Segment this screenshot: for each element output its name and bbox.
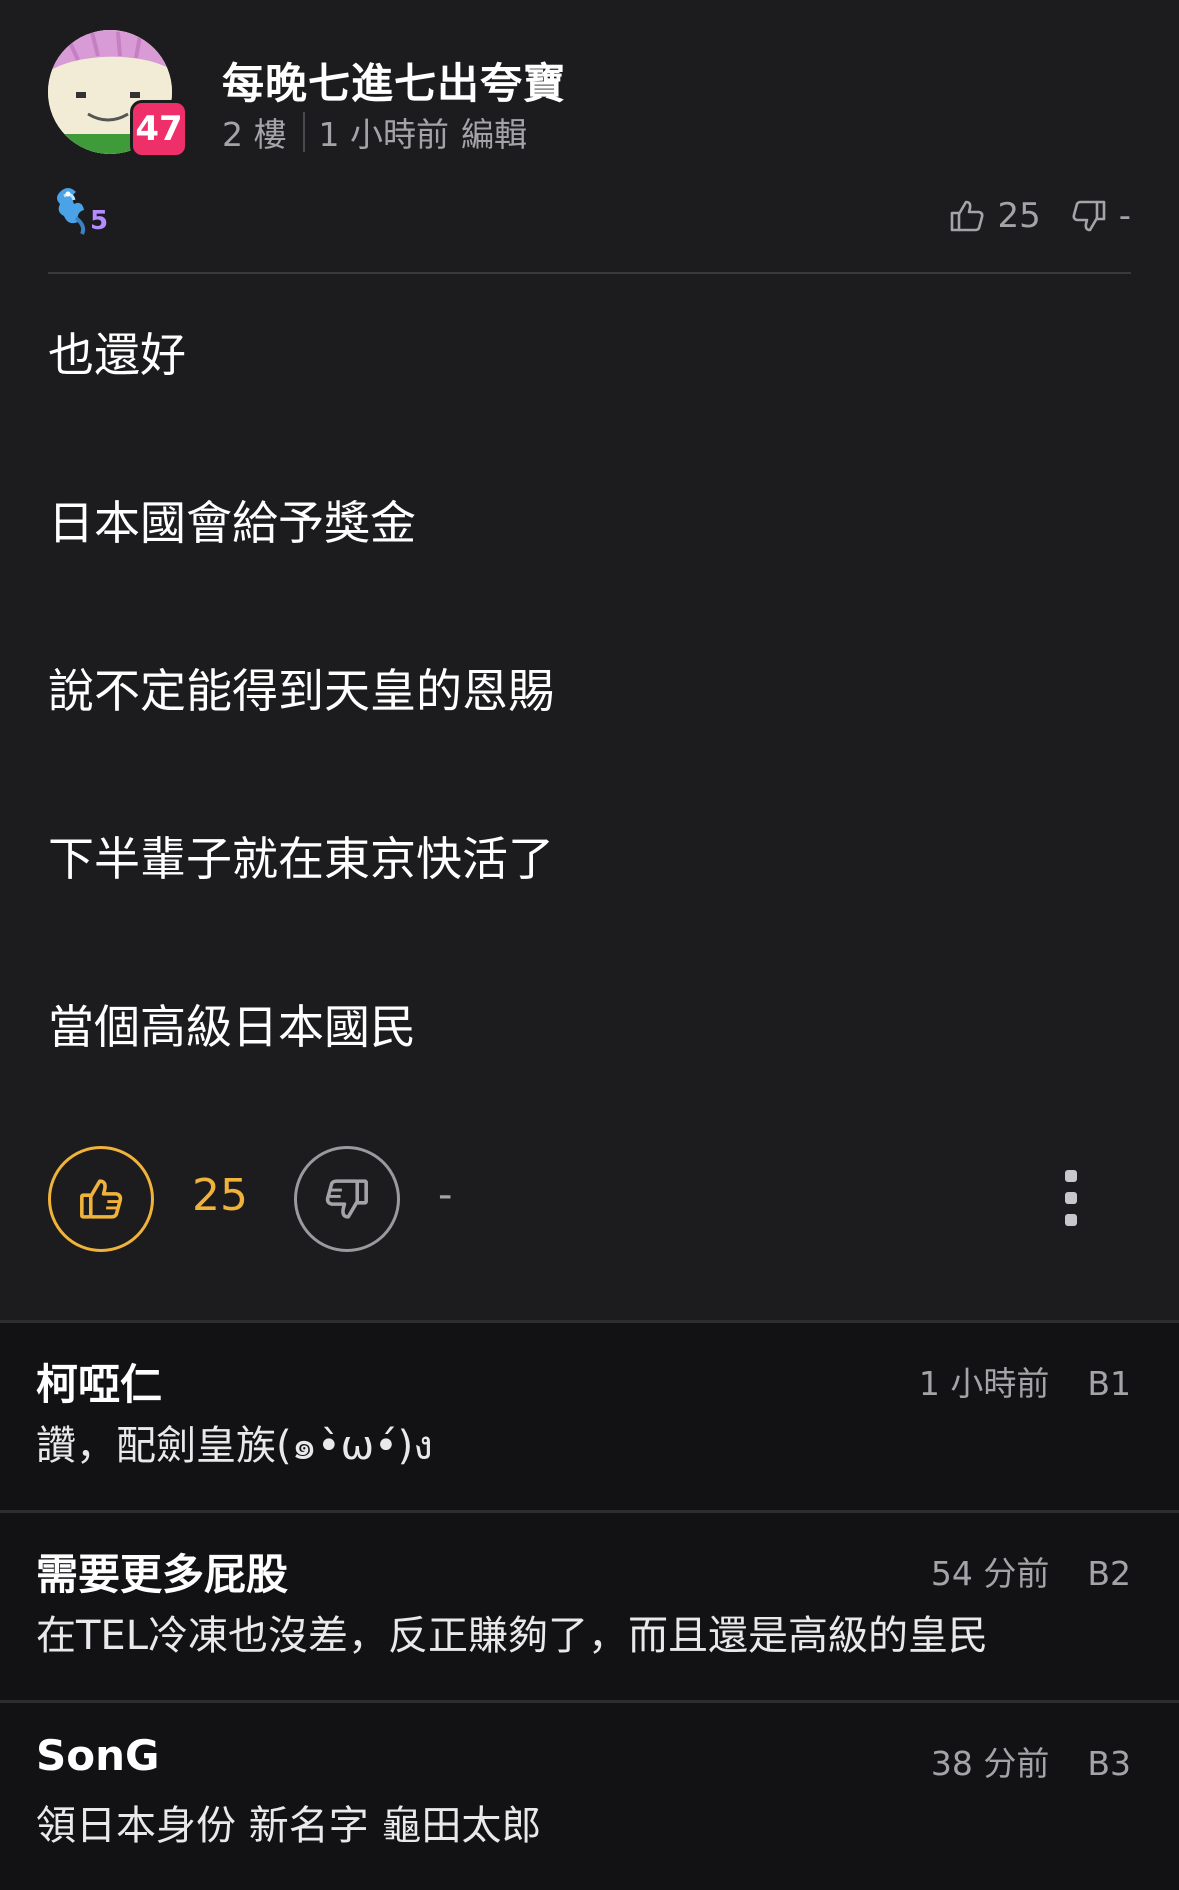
reply-item[interactable]: 需要更多屁股 54 分前 B2 在TEL冷凍也沒差，反正賺夠了，而且還是高級的皇民 xyxy=(0,1510,1179,1700)
post-line: 日本國會給予獎金 xyxy=(48,496,416,550)
reply-meta: 1 小時前 B1 xyxy=(919,1357,1131,1405)
top-like-count: 25 xyxy=(997,196,1041,236)
reply-author[interactable]: 柯啞仁 xyxy=(36,1351,162,1412)
reply-time: 54 分前 xyxy=(930,1554,1050,1593)
more-dot xyxy=(1065,1214,1077,1226)
comment-page: 47 每晚七進七出夸寶 2 樓 1 小時前 編輯 5 25 - 也還好 日本國會… xyxy=(0,0,1179,1890)
post-time: 1 小時前 xyxy=(318,115,450,154)
reply-text: 讚，配劍皇族(๑•̀ω•́)ง xyxy=(36,1423,433,1469)
reply-time: 38 分前 xyxy=(930,1744,1050,1783)
reply-item[interactable]: 柯啞仁 1 小時前 B1 讚，配劍皇族(๑•̀ω•́)ง xyxy=(0,1320,1179,1510)
reply-time: 1 小時前 xyxy=(918,1364,1050,1403)
post-body: 也還好 日本國會給予獎金 說不定能得到天皇的恩賜 下半輩子就在東京快活了 當個高… xyxy=(48,320,1131,1160)
reply-meta: 38 分前 B3 xyxy=(931,1737,1131,1785)
like-count: 25 xyxy=(192,1170,248,1221)
dislike-button[interactable] xyxy=(294,1146,400,1252)
meta-divider xyxy=(302,112,305,152)
reply-author[interactable]: SonG xyxy=(36,1731,159,1780)
reply-text: 在TEL冷凍也沒差，反正賺夠了，而且還是高級的皇民 xyxy=(36,1613,988,1659)
level-badge: 47 xyxy=(130,100,188,158)
post-line: 說不定能得到天皇的恩賜 xyxy=(48,664,554,718)
thumbs-down-icon xyxy=(325,1179,368,1219)
reply-meta: 54 分前 B2 xyxy=(931,1547,1131,1595)
thumbs-up-icon xyxy=(80,1179,123,1219)
header-divider xyxy=(48,272,1131,274)
post-meta: 2 樓 1 小時前 編輯 xyxy=(222,108,527,156)
dislike-count: - xyxy=(438,1172,453,1218)
reply-floor: B3 xyxy=(1087,1744,1131,1783)
more-vertical-icon[interactable] xyxy=(1054,1170,1088,1226)
reply-floor: B2 xyxy=(1087,1554,1131,1593)
more-dot xyxy=(1065,1170,1077,1182)
edited-label[interactable]: 編輯 xyxy=(461,108,527,156)
like-button[interactable] xyxy=(48,1146,154,1252)
post-line: 也還好 xyxy=(48,328,186,382)
reply-author[interactable]: 需要更多屁股 xyxy=(36,1541,288,1602)
thumbs-up-outline-icon[interactable] xyxy=(949,198,985,234)
thumbs-down-outline-icon[interactable] xyxy=(1071,198,1107,234)
post-line: 下半輩子就在東京快活了 xyxy=(48,832,554,886)
top-dislike-count: - xyxy=(1118,196,1131,236)
floor-label: 2 樓 xyxy=(222,115,287,154)
reply-text: 領日本身份 新名字 龜田太郎 xyxy=(36,1803,542,1849)
more-dot xyxy=(1065,1192,1077,1204)
medal-level: 5 xyxy=(90,206,109,236)
post-author-name[interactable]: 每晚七進七出夸寶 xyxy=(222,50,566,111)
reply-list: 柯啞仁 1 小時前 B1 讚，配劍皇族(๑•̀ω•́)ง 需要更多屁股 54 分前… xyxy=(0,1320,1179,1890)
reply-floor: B1 xyxy=(1087,1364,1131,1403)
dragon-medal-icon[interactable]: 5 xyxy=(50,182,114,242)
top-vote-summary: 25 - xyxy=(949,196,1131,236)
reply-item[interactable]: SonG 38 分前 B3 領日本身份 新名字 龜田太郎 xyxy=(0,1700,1179,1890)
post-line: 當個高級日本國民 xyxy=(48,1000,416,1054)
